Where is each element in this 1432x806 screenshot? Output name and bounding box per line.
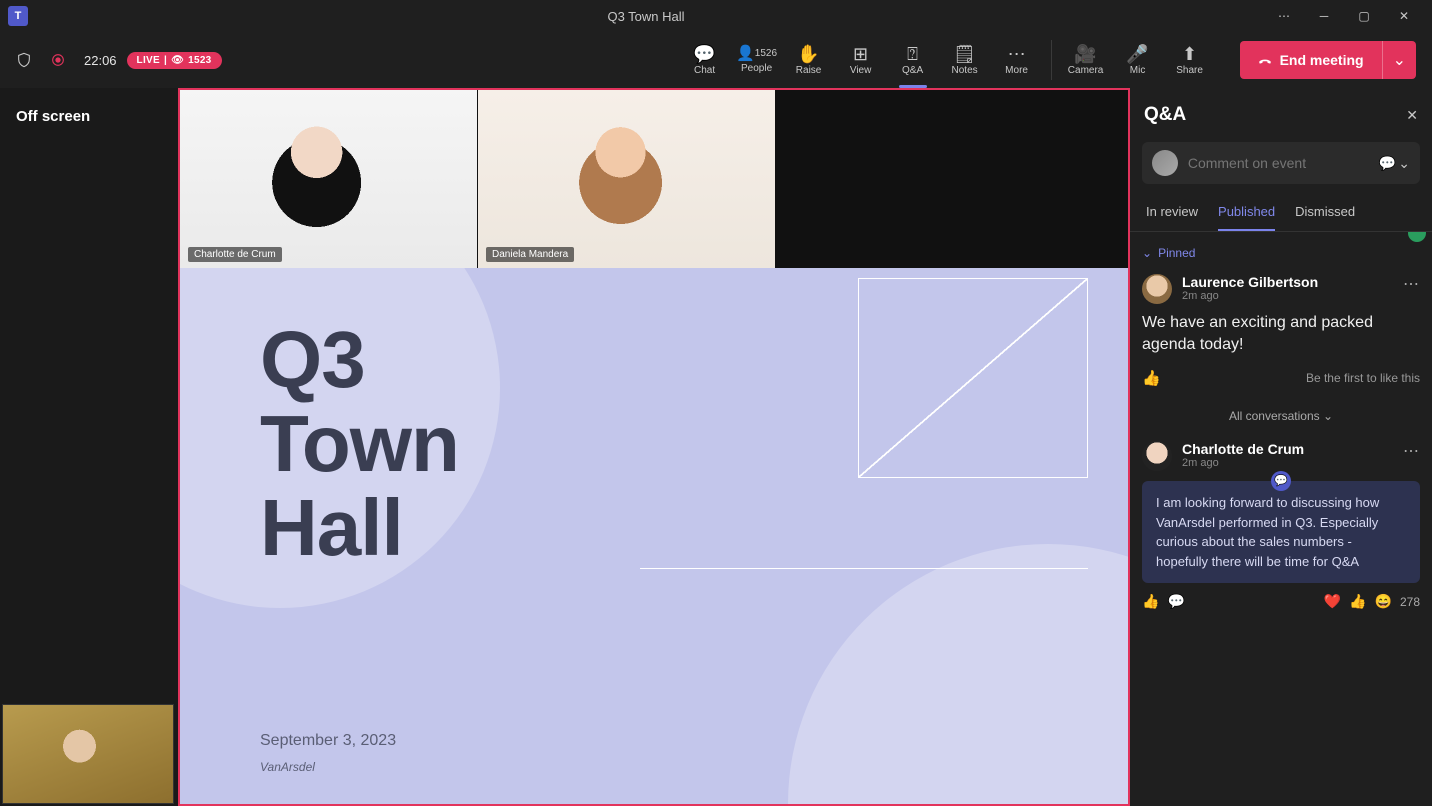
all-conversations-toggle[interactable]: All conversations ⌄ xyxy=(1142,401,1420,435)
live-label: LIVE xyxy=(137,55,160,66)
people-icon: 👤1526 xyxy=(736,46,777,61)
participant-tile[interactable]: Daniela Mandera xyxy=(478,90,775,268)
close-button[interactable]: ✕ xyxy=(1384,0,1424,32)
reaction-count: 278 xyxy=(1400,595,1420,609)
share-button[interactable]: ⬆ Share xyxy=(1164,36,1216,84)
qa-button[interactable]: ⍰ Q&A xyxy=(887,36,939,84)
grid-icon: ⊞ xyxy=(853,45,868,63)
moderator-badge-icon xyxy=(1408,232,1426,242)
reply-button[interactable]: 💬 xyxy=(1167,593,1184,610)
participant-name: Charlotte de Crum xyxy=(188,247,282,262)
qa-item: Laurence Gilbertson 2m ago ⋯ We have an … xyxy=(1142,268,1420,401)
more-icon: ⋯ xyxy=(1008,45,1026,63)
tab-dismissed[interactable]: Dismissed xyxy=(1295,204,1355,231)
slide-title: Q3 Town Hall xyxy=(260,318,459,570)
ellipsis-button[interactable]: ⋯ xyxy=(1264,0,1304,32)
qa-author: Laurence Gilbertson xyxy=(1182,274,1318,290)
mic-icon: 🎤 xyxy=(1126,45,1148,63)
qa-input[interactable] xyxy=(1188,155,1369,171)
participant-tile[interactable]: Charlotte de Crum xyxy=(180,90,477,268)
share-icon: ⬆ xyxy=(1182,45,1197,63)
phone-down-icon xyxy=(1258,52,1272,69)
like-button[interactable]: 👍 xyxy=(1142,369,1161,387)
more-button[interactable]: ⋯ More xyxy=(991,36,1043,84)
chevron-down-icon: ⌄ xyxy=(1398,155,1410,172)
qa-item: Charlotte de Crum 2m ago ⋯ 💬 I am lookin… xyxy=(1142,435,1420,624)
user-avatar xyxy=(1152,150,1178,176)
avatar xyxy=(1142,274,1172,304)
thumbs-up-button[interactable]: 👍 xyxy=(1142,593,1159,610)
left-rail: Off screen xyxy=(0,88,178,806)
camera-button[interactable]: 🎥 Camera xyxy=(1060,36,1112,84)
qa-panel-title: Q&A xyxy=(1144,104,1186,126)
chevron-down-icon: ⌄ xyxy=(1142,246,1152,260)
off-screen-heading: Off screen xyxy=(16,108,162,125)
qa-tabs: In review Published Dismissed xyxy=(1130,194,1432,232)
teams-app-icon[interactable]: T xyxy=(8,6,28,26)
qa-icon: ⍰ xyxy=(907,45,918,63)
qa-timestamp: 2m ago xyxy=(1182,290,1318,302)
title-bar: T Q3 Town Hall ⋯ ─ ▢ ✕ xyxy=(0,0,1432,32)
moderator-reply-icon: 💬 xyxy=(1271,471,1291,491)
reaction-thumb-icon: 👍 xyxy=(1349,593,1366,610)
pinned-section-toggle[interactable]: ⌄ Pinned xyxy=(1142,246,1420,260)
mic-button[interactable]: 🎤 Mic xyxy=(1112,36,1164,84)
qa-highlighted-reply: 💬 I am looking forward to discussing how… xyxy=(1142,481,1420,583)
self-view[interactable] xyxy=(2,704,174,804)
qa-panel: Q&A ✕ 💬⌄ In review Published Dismissed ⌄… xyxy=(1130,88,1432,806)
first-like-hint: Be the first to like this xyxy=(1306,371,1420,385)
avatar xyxy=(1142,441,1172,471)
meeting-timer: 22:06 xyxy=(84,53,117,68)
qa-item-more-button[interactable]: ⋯ xyxy=(1403,441,1420,461)
raise-hand-button[interactable]: ✋ Raise xyxy=(783,36,835,84)
qa-text: We have an exciting and packed agenda to… xyxy=(1142,312,1420,355)
hand-icon: ✋ xyxy=(797,45,819,63)
tab-published[interactable]: Published xyxy=(1218,204,1275,231)
meeting-toolbar: 22:06 LIVE | 👁 1523 💬 Chat 👤1526 People … xyxy=(0,32,1432,88)
chat-button[interactable]: 💬 Chat xyxy=(679,36,731,84)
slide-brand: VanArsdel xyxy=(260,760,315,774)
notes-button[interactable]: 🗒 Notes xyxy=(939,36,991,84)
qa-comment-field[interactable]: 💬⌄ xyxy=(1142,142,1420,184)
notes-icon: 🗒 xyxy=(953,45,976,63)
viewer-count: 1523 xyxy=(188,55,211,66)
camera-icon: 🎥 xyxy=(1074,45,1096,63)
qa-close-button[interactable]: ✕ xyxy=(1406,107,1418,124)
qa-timestamp: 2m ago xyxy=(1182,457,1304,469)
shared-slide: Q3 Town Hall September 3, 2023 VanArsdel xyxy=(180,268,1128,804)
qa-input-type-dropdown[interactable]: 💬⌄ xyxy=(1379,155,1410,172)
reaction-heart-icon: ❤️ xyxy=(1324,593,1341,610)
slide-date: September 3, 2023 xyxy=(260,732,396,750)
minimize-button[interactable]: ─ xyxy=(1304,0,1344,32)
live-badge: LIVE | 👁 1523 xyxy=(127,52,222,69)
window-title: Q3 Town Hall xyxy=(28,9,1264,24)
reaction-laugh-icon: 😄 xyxy=(1375,593,1392,610)
people-button[interactable]: 👤1526 People xyxy=(731,36,783,84)
qa-item-more-button[interactable]: ⋯ xyxy=(1403,274,1420,294)
chat-icon: 💬 xyxy=(693,45,715,63)
meeting-stage: Charlotte de Crum Daniela Mandera Q3 Tow… xyxy=(178,88,1130,806)
view-button[interactable]: ⊞ View xyxy=(835,36,887,84)
qa-author: Charlotte de Crum xyxy=(1182,441,1304,457)
end-meeting-button[interactable]: End meeting xyxy=(1240,41,1382,79)
participant-name: Daniela Mandera xyxy=(486,247,574,262)
chevron-down-icon: ⌄ xyxy=(1393,50,1406,70)
maximize-button[interactable]: ▢ xyxy=(1344,0,1384,32)
eye-icon: 👁 xyxy=(171,55,184,66)
end-meeting-dropdown[interactable]: ⌄ xyxy=(1382,41,1416,79)
tab-in-review[interactable]: In review xyxy=(1146,204,1198,231)
chevron-down-icon: ⌄ xyxy=(1323,409,1333,423)
shield-icon[interactable] xyxy=(12,48,36,72)
record-icon[interactable] xyxy=(46,48,70,72)
